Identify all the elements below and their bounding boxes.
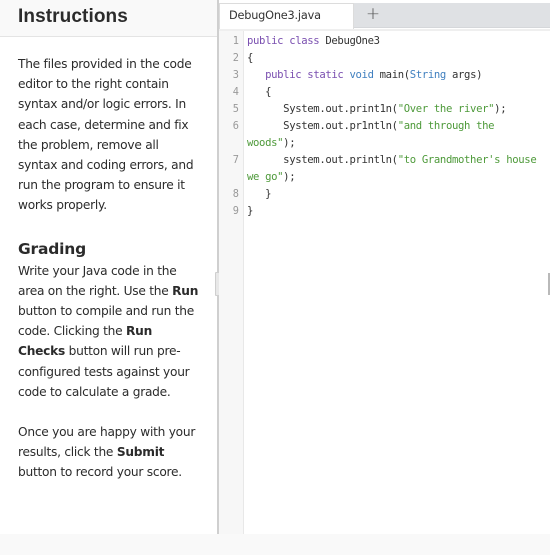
code-text-area[interactable]: 1 public class DebugOne3 2{3 public static… [219,33,550,220]
code-token: public class [247,35,326,47]
line-number: 5 [232,103,239,115]
line-number: 3 [232,69,239,81]
grading-heading: Grading [18,239,86,258]
code-line-text: { [247,50,547,67]
code-token: ); [283,171,296,183]
code-token: DebugOne3 [325,35,380,47]
submit-text-2: button to record your score. [18,465,182,480]
code-line[interactable]: 6 System.out.pr1ntln("and through the wo… [219,118,550,152]
grading-text-1: Write your Java code in the area on the … [18,263,177,298]
code-token: ); [283,137,296,149]
code-line[interactable]: 7 system.out.println("to Grandmother's h… [219,152,550,186]
line-number: 6 [232,120,239,132]
line-number: 9 [232,205,239,217]
line-number: 1 [232,35,239,47]
add-file-icon[interactable]: + [363,3,383,28]
code-token: String [409,69,447,81]
code-token: ); [494,103,507,115]
file-tab-bar: DebugOne3.java + [219,3,550,29]
tab-bar-separator [219,29,550,31]
line-number: 2 [232,52,239,64]
code-line[interactable]: 8 } [219,186,550,203]
code-line-text: public static void main(String args) [247,67,547,84]
code-line[interactable]: 4 { [219,84,550,101]
line-number: 8 [232,188,239,200]
code-line-text: System.out.print1n("Over the river"); [247,101,547,118]
code-token: "Over the river" [397,103,495,115]
submit-text: Once you are happy with your results, cl… [18,422,201,483]
code-editor: DebugOne3.java + 1 public class DebugOne3… [219,0,550,534]
code-token: System.out.print1n( [247,103,398,115]
tab-debugone3-java[interactable]: DebugOne3.java [219,3,354,29]
line-number: 7 [232,154,239,166]
instructions-body: The files provided in the code editor to… [0,37,217,483]
code-token: void [349,69,374,81]
code-line-text: public class DebugOne3 [247,33,547,50]
code-token: system.out.println( [247,154,398,166]
line-number: 4 [232,86,239,98]
code-token: } [247,188,272,200]
code-token: main( [373,69,411,81]
submit-text-1: Once you are happy with your results, cl… [18,425,196,460]
grading-text-2: button to compile and run the code. Clic… [18,304,194,339]
code-token: { [247,52,254,64]
code-line-text: } [247,186,547,203]
tab-label: DebugOne3.java [229,9,321,22]
grading-text: Write your Java code in the area on the … [18,261,201,402]
code-line[interactable]: 1 public class DebugOne3 [219,33,550,50]
code-line[interactable]: 5 System.out.print1n("Over the river"); [219,101,550,118]
code-line[interactable]: 9} [219,203,550,220]
code-token: public static [247,69,350,81]
run-emphasis: Run [172,283,199,298]
code-line-text: system.out.println("to Grandmother's hou… [247,152,547,186]
code-token: } [247,205,254,217]
instructions-header: Instructions [0,0,217,37]
code-token: args) [445,69,483,81]
code-token: System.out.pr1ntln( [247,120,398,132]
code-line[interactable]: 2{ [219,50,550,67]
instructions-panel: Instructions The files provided in the c… [0,0,217,534]
code-line-text: } [247,203,547,220]
bottom-bar [0,534,550,555]
code-token: { [247,86,272,98]
instructions-title: Instructions [18,6,128,27]
code-line-text: { [247,84,547,101]
code-line-text: System.out.pr1ntln("and through the wood… [247,118,547,152]
instructions-intro: The files provided in the code editor to… [18,57,194,213]
code-line[interactable]: 3 public static void main(String args) [219,67,550,84]
submit-emphasis: Submit [116,445,165,460]
